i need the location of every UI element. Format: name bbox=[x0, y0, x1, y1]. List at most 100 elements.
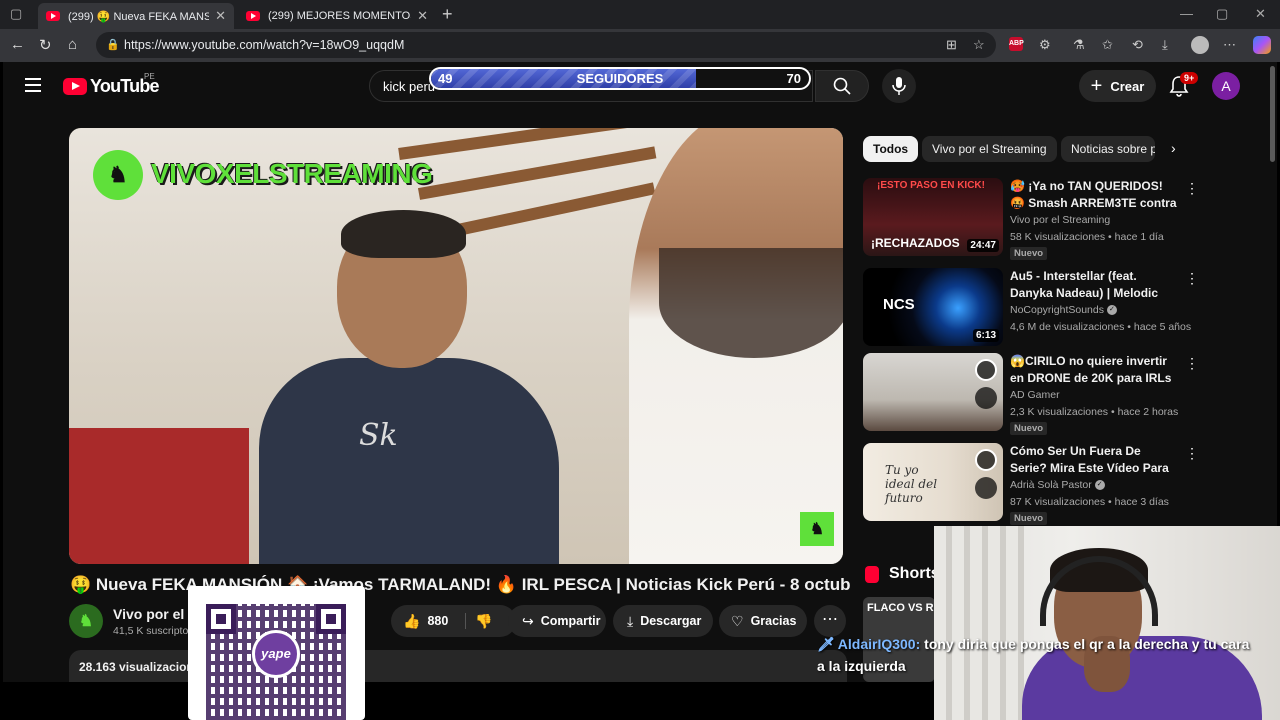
webcam-curtain bbox=[934, 526, 1024, 720]
recommendation-channel[interactable]: NoCopyrightSounds ✓ bbox=[1010, 304, 1117, 316]
favorite-star-icon[interactable]: ☆ bbox=[973, 37, 985, 53]
watch-later-clock-icon[interactable] bbox=[975, 359, 997, 381]
split-screen-icon[interactable]: ⚗ bbox=[1073, 37, 1085, 53]
followers-goal: 70 bbox=[786, 71, 801, 86]
recommendation-meta: 4,6 M de visualizaciones • hace 5 años bbox=[1010, 321, 1192, 333]
download-label: Descargar bbox=[640, 614, 702, 628]
thumbnail-text: ¡RECHAZADOS bbox=[871, 236, 960, 250]
address-bar[interactable]: 🔒 https://www.youtube.com/watch?v=18wO9_… bbox=[96, 32, 996, 58]
more-options-icon[interactable]: ⋮ bbox=[1185, 445, 1199, 462]
more-options-icon[interactable]: ⋮ bbox=[1185, 270, 1199, 287]
site-info-icon[interactable]: 🔒 bbox=[106, 38, 120, 51]
copilot-icon[interactable] bbox=[1253, 36, 1271, 54]
thumbs-down-icon[interactable]: 👎 bbox=[475, 613, 492, 630]
close-window-icon[interactable]: ✕ bbox=[1255, 6, 1266, 22]
minimize-icon[interactable]: — bbox=[1180, 6, 1193, 21]
followers-current: 49 bbox=[438, 71, 453, 86]
channel-watermark-icon[interactable]: ♞ bbox=[800, 512, 834, 546]
share-button[interactable]: ↪ Compartir bbox=[508, 605, 606, 637]
tab-youtube-active[interactable]: (299) 🤑 Nueva FEKA MANSIÓN 🏠 ¡Vamos TARM… bbox=[38, 3, 234, 29]
chevron-right-icon[interactable]: › bbox=[1171, 140, 1176, 156]
thumbnail-text: Tu yo ideal del futuro bbox=[885, 463, 938, 505]
recommendation-title[interactable]: 😱CIRILO no quiere invertir en DRONE de 2… bbox=[1010, 353, 1178, 387]
followers-goal-bar: SEGUIDORES 49 70 bbox=[429, 67, 811, 90]
create-button[interactable]: + Crear bbox=[1079, 70, 1156, 102]
app-available-icon[interactable]: ⊞ bbox=[946, 37, 957, 53]
add-to-queue-icon[interactable] bbox=[975, 477, 997, 499]
thanks-heart-icon: ♡ bbox=[731, 612, 744, 629]
yape-qr-code: yape bbox=[188, 586, 365, 720]
account-avatar[interactable]: A bbox=[1212, 72, 1240, 100]
video-thumbnail[interactable]: NCS 6:13 bbox=[863, 268, 1003, 346]
video-duration: 6:13 bbox=[972, 329, 999, 342]
video-thumbnail[interactable]: ¡ESTO PASO EN KICK! ¡RECHAZADOS 24:47 bbox=[863, 178, 1003, 256]
profile-avatar-icon[interactable] bbox=[1191, 36, 1209, 54]
downloads-icon[interactable]: ⤓ bbox=[1162, 37, 1168, 53]
recommendation-item[interactable]: ¡ESTO PASO EN KICK! ¡RECHAZADOS 24:47 🥵 … bbox=[863, 178, 1199, 260]
recommendation-item[interactable]: NCS 6:13 Au5 - Interstellar (feat. Danyk… bbox=[863, 268, 1199, 348]
voice-search-button[interactable] bbox=[882, 69, 916, 103]
watch-later-clock-icon[interactable] bbox=[975, 449, 997, 471]
download-button[interactable]: ⤓ Descargar bbox=[613, 605, 713, 637]
thumbnail-text: ¡ESTO PASO EN KICK! bbox=[877, 180, 985, 191]
streamer-webcam bbox=[934, 526, 1280, 720]
recommendation-channel[interactable]: Adrià Solà Pastor ✓ bbox=[1010, 479, 1105, 491]
chip-noticias[interactable]: Noticias sobre p bbox=[1061, 136, 1155, 162]
new-tab-icon[interactable]: + bbox=[442, 4, 453, 25]
thumbs-up-icon[interactable]: 👍 bbox=[403, 613, 420, 630]
microphone-icon bbox=[892, 77, 906, 95]
reload-icon[interactable]: ↻ bbox=[39, 36, 52, 54]
shorts-label: Shorts bbox=[889, 565, 940, 582]
new-badge: Nuevo bbox=[1010, 512, 1048, 525]
settings-more-icon[interactable]: ⋯ bbox=[1223, 37, 1236, 53]
yape-logo: yape bbox=[252, 630, 300, 678]
recommendation-channel[interactable]: AD Gamer bbox=[1010, 389, 1060, 401]
recommendation-channel[interactable]: Vivo por el Streaming bbox=[1010, 214, 1110, 226]
recommendation-item[interactable]: Tu yo ideal del futuro Cómo Ser Un Fuera… bbox=[863, 443, 1199, 525]
new-badge: Nuevo bbox=[1010, 422, 1048, 435]
youtube-logo[interactable]: YouTube PE bbox=[63, 72, 160, 97]
like-count[interactable]: 880 bbox=[427, 614, 448, 628]
tab-close-icon[interactable]: ✕ bbox=[417, 8, 428, 24]
favorites-icon[interactable]: ✩ bbox=[1102, 37, 1113, 53]
share-arrow-icon: ↪ bbox=[522, 612, 534, 629]
maximize-icon[interactable]: ▢ bbox=[1216, 6, 1228, 22]
home-icon[interactable]: ⌂ bbox=[68, 36, 77, 53]
share-label: Compartir bbox=[540, 614, 601, 628]
more-options-icon[interactable]: ⋮ bbox=[1185, 180, 1199, 197]
verified-check-icon: ✓ bbox=[1106, 305, 1117, 316]
adblock-plus-icon[interactable]: ABP bbox=[1009, 37, 1024, 51]
recommendation-title[interactable]: Au5 - Interstellar (feat. Danyka Nadeau)… bbox=[1010, 268, 1178, 302]
chip-todos[interactable]: Todos bbox=[863, 136, 919, 162]
back-icon[interactable]: ← bbox=[10, 36, 25, 53]
channel-avatar[interactable]: ♞ bbox=[69, 604, 103, 638]
like-dislike-group: 👍 880 👎 bbox=[391, 605, 516, 637]
chip-vivo-por-el-streaming[interactable]: Vivo por el Streaming bbox=[922, 136, 1057, 162]
extensions-icon[interactable]: ⚙ bbox=[1039, 37, 1051, 53]
recommendation-item[interactable]: 😱CIRILO no quiere invertir en DRONE de 2… bbox=[863, 353, 1199, 435]
search-button[interactable] bbox=[815, 70, 869, 102]
recommendation-title[interactable]: 🥵 ¡Ya no TAN QUERIDOS! 🤬 Smash ARREM3TE … bbox=[1010, 178, 1178, 212]
more-options-icon[interactable]: ⋮ bbox=[1185, 355, 1199, 372]
view-count: 28.163 visualizacion bbox=[79, 660, 194, 674]
youtube-play-icon bbox=[63, 78, 87, 95]
recommendation-meta: 87 K visualizaciones • hace 3 días bbox=[1010, 496, 1169, 508]
add-to-queue-icon[interactable] bbox=[975, 387, 997, 409]
tab-actions-icon[interactable]: ▢ bbox=[10, 6, 22, 22]
recommendation-meta: 58 K visualizaciones • hace 1 día bbox=[1010, 231, 1164, 243]
new-badge: Nuevo bbox=[1010, 247, 1048, 260]
video-player[interactable]: Sk ♞ VIVOXELSTREAMING ♞ bbox=[69, 128, 843, 564]
qr-finder bbox=[206, 604, 236, 634]
tab-title: (299) MEJORES MOMENTOS KICK bbox=[268, 10, 412, 22]
video-thumbnail[interactable] bbox=[863, 353, 1003, 431]
tab-youtube-2[interactable]: (299) MEJORES MOMENTOS KICK ✕ bbox=[238, 3, 436, 29]
scrollbar-thumb[interactable] bbox=[1270, 66, 1275, 162]
menu-icon[interactable] bbox=[25, 78, 41, 96]
video-thumbnail[interactable]: Tu yo ideal del futuro bbox=[863, 443, 1003, 521]
channel-name[interactable]: Vivo por el S bbox=[113, 606, 198, 622]
history-icon[interactable]: ⟲ bbox=[1132, 37, 1143, 53]
thanks-button[interactable]: ♡ Gracias bbox=[719, 605, 807, 637]
recommendation-title[interactable]: Cómo Ser Un Fuera De Serie? Mira Este Ví… bbox=[1010, 443, 1178, 477]
tab-close-icon[interactable]: ✕ bbox=[215, 8, 226, 24]
youtube-favicon-icon bbox=[46, 11, 60, 21]
